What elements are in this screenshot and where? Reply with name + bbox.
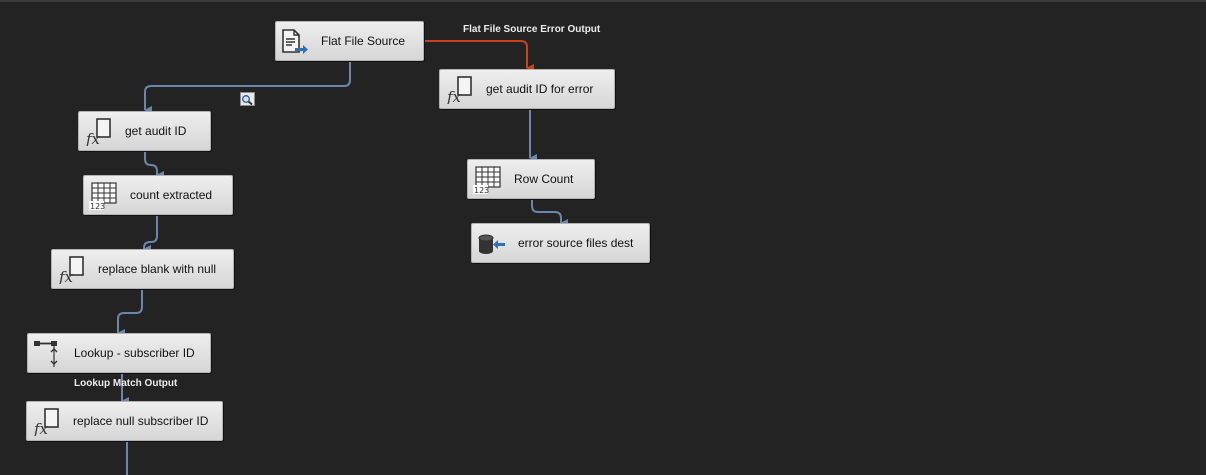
destination-icon — [476, 230, 506, 258]
svg-text:123: 123 — [474, 186, 489, 194]
component-label: Flat File Source — [321, 34, 406, 48]
component-count-extracted[interactable]: 123 count extracted — [83, 175, 233, 215]
magnifier-icon[interactable] — [240, 92, 255, 106]
error-output-label: Flat File Source Error Output — [463, 24, 601, 35]
lookup-match-output-label: Lookup Match Output — [74, 378, 178, 389]
component-get-audit-id[interactable]: fx get audit ID — [78, 111, 211, 151]
path-get-audit-id-to-count-extracted[interactable] — [144, 151, 164, 179]
component-label: error source files dest — [518, 236, 634, 250]
svg-text:fx: fx — [85, 130, 101, 146]
svg-text:fx: fx — [33, 420, 49, 436]
path-replace-blank-to-lookup[interactable] — [117, 289, 143, 337]
component-label: Row Count — [514, 172, 574, 186]
path-count-extracted-to-replace-blank[interactable] — [143, 215, 158, 253]
derived-column-icon: fx — [445, 76, 475, 106]
lookup-icon — [33, 340, 63, 368]
svg-text:fx: fx — [446, 88, 462, 104]
derived-column-icon: fx — [57, 256, 87, 286]
component-label: Lookup - subscriber ID — [74, 346, 195, 360]
component-label: get audit ID for error — [486, 82, 594, 96]
component-row-count[interactable]: 123 Row Count — [467, 159, 595, 199]
path-error-output[interactable] — [424, 40, 534, 72]
component-lookup-subscriber-id[interactable]: Lookup - subscriber ID — [27, 333, 211, 373]
path-row-count-to-error-dest[interactable] — [531, 199, 568, 227]
component-replace-blank-with-null[interactable]: fx replace blank with null — [51, 249, 234, 289]
derived-column-icon: fx — [32, 408, 62, 438]
component-label: get audit ID — [125, 124, 187, 138]
component-error-source-files-dest[interactable]: error source files dest — [471, 223, 650, 263]
svg-text:fx: fx — [58, 268, 74, 284]
row-count-icon: 123 — [88, 182, 118, 211]
component-label: count extracted — [130, 188, 213, 202]
derived-column-icon: fx — [84, 118, 114, 148]
flat-file-source-icon — [279, 28, 309, 56]
svg-text:123: 123 — [90, 202, 105, 210]
component-replace-null-subscriber-id[interactable]: fx replace null subscriber ID — [26, 401, 223, 441]
row-count-icon: 123 — [472, 166, 502, 195]
component-get-audit-id-for-error[interactable]: fx get audit ID for error — [439, 69, 615, 109]
component-label: replace null subscriber ID — [73, 414, 209, 428]
component-flat-file-source[interactable]: Flat File Source — [275, 21, 424, 61]
component-label: replace blank with null — [98, 262, 217, 276]
